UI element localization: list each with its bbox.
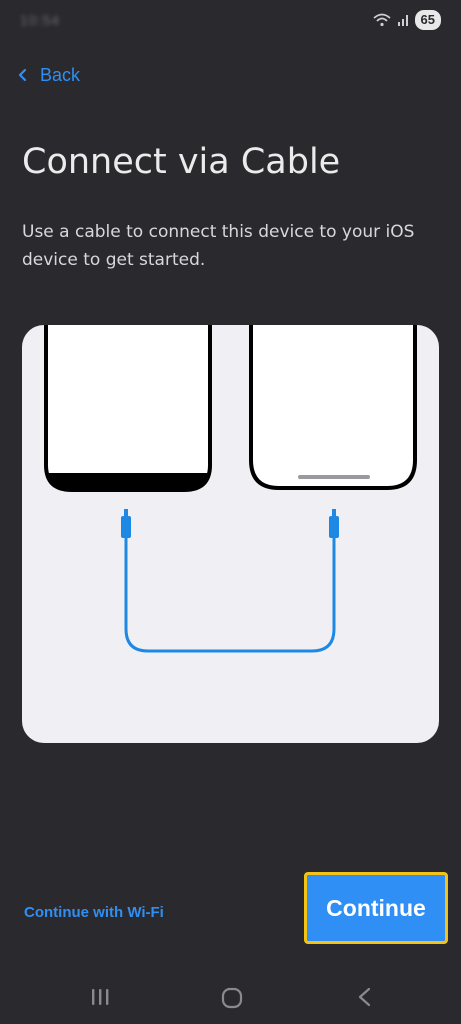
status-bar: 10:54 65 (0, 0, 461, 44)
screen: 10:54 65 Back Connect via Cable Use a ca… (0, 0, 461, 1024)
signal-icon (397, 15, 408, 26)
ios-phone-graphic (249, 325, 417, 490)
page-title: Connect via Cable (22, 142, 341, 182)
cable-illustration (22, 325, 439, 743)
recents-icon[interactable] (89, 986, 111, 1008)
continue-with-wifi-link[interactable]: Continue with Wi-Fi (24, 904, 164, 921)
navigation-bar (0, 970, 461, 1024)
cable-illustration-svg (44, 325, 417, 653)
status-icons: 65 (372, 10, 441, 30)
wifi-icon (372, 13, 391, 27)
android-phone-graphic (44, 325, 212, 492)
home-icon[interactable] (220, 986, 244, 1010)
continue-button[interactable]: Continue (304, 872, 448, 944)
battery-indicator: 65 (414, 10, 441, 30)
chevron-left-icon (18, 68, 27, 82)
back-label: Back (40, 64, 81, 85)
page-description: Use a cable to connect this device to yo… (22, 222, 415, 270)
back-button[interactable]: Back (18, 60, 80, 90)
nav-back-icon[interactable] (354, 986, 376, 1008)
status-time: 10:54 (20, 12, 61, 28)
usb-cable-graphic (121, 509, 339, 653)
